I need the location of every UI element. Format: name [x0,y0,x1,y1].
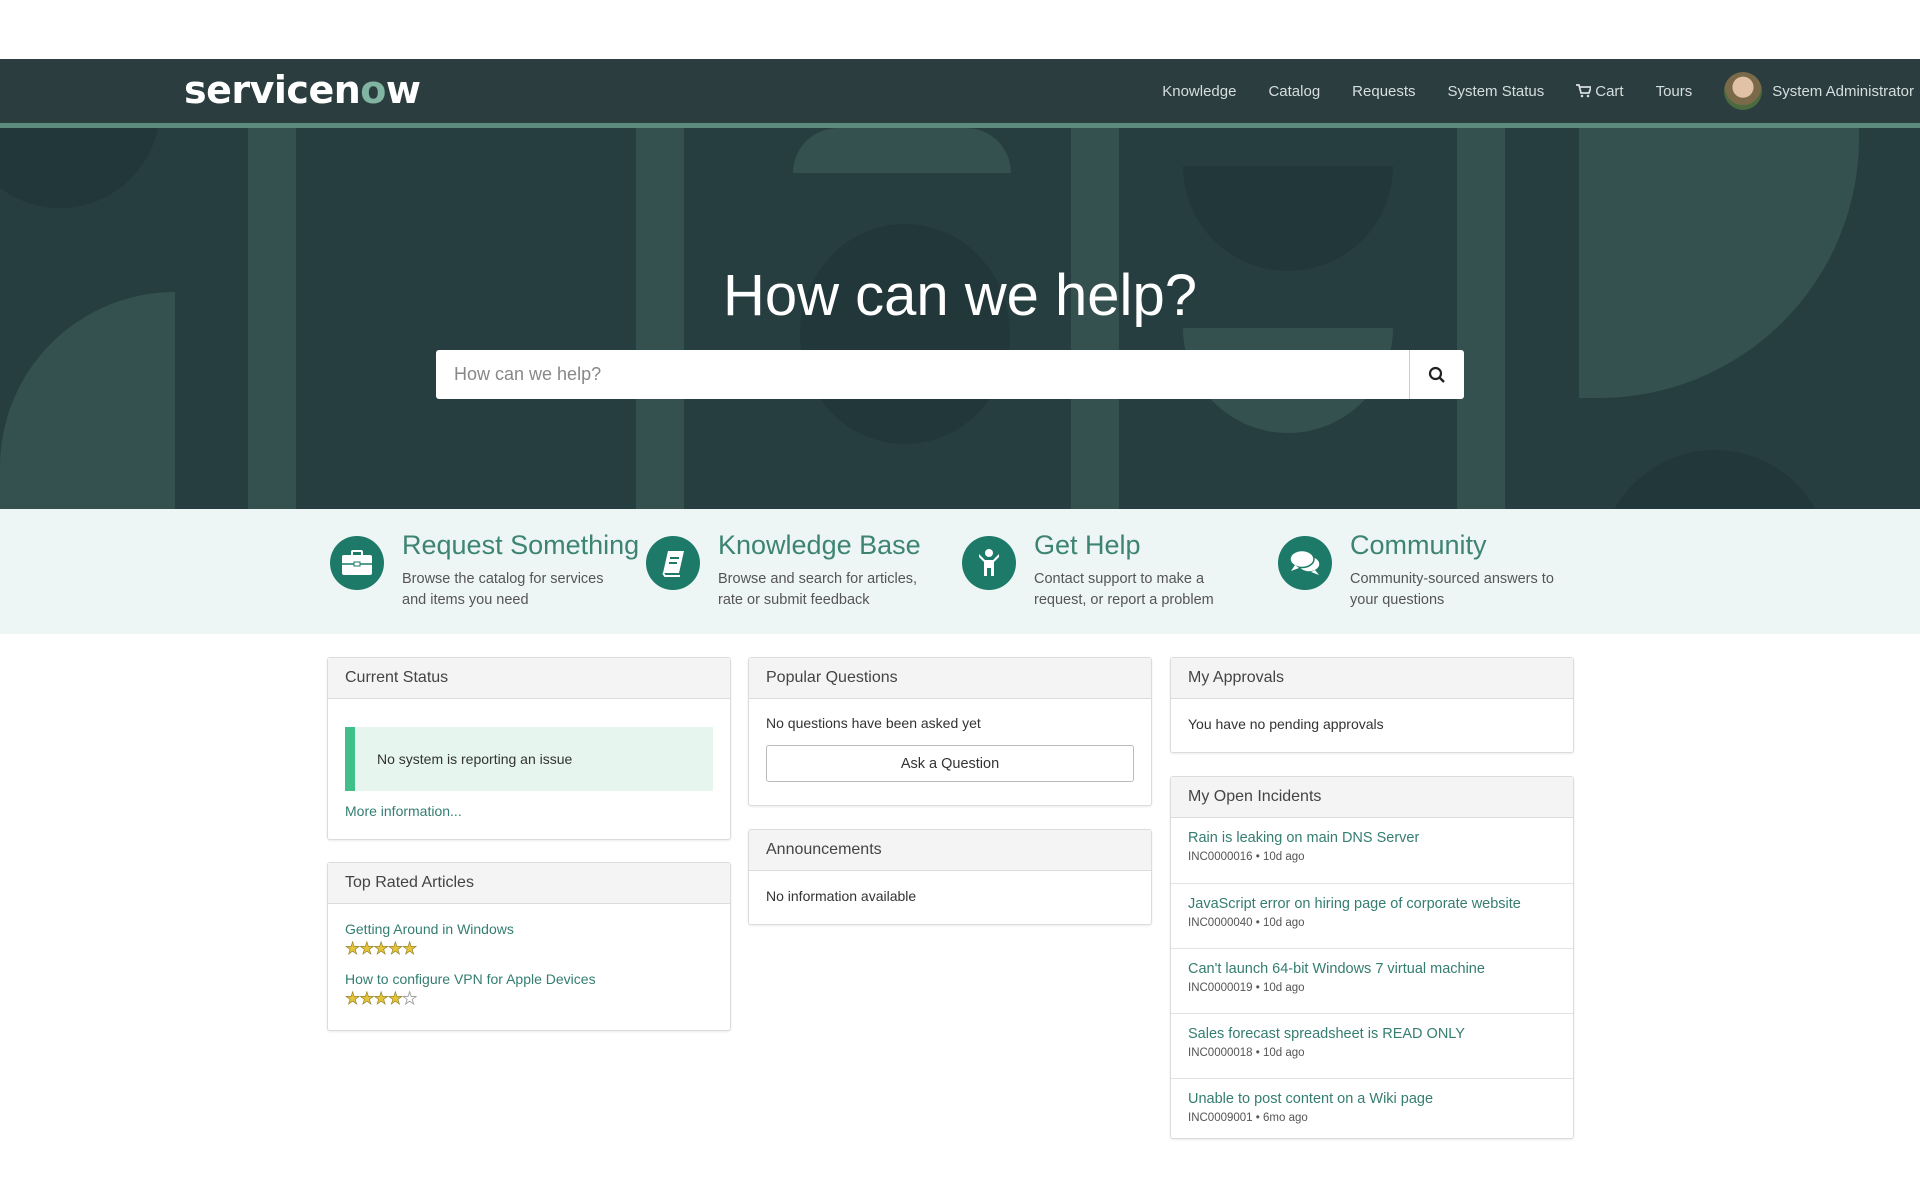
empty-message: No information available [766,888,917,904]
servicenow-logo[interactable]: servicenow [184,68,421,112]
incident-age: 10d ago [1263,982,1305,994]
incident-number: INC0000018 [1188,1047,1253,1059]
feature-description: Contact support to make a request, or re… [1034,571,1214,608]
bg-shape [800,224,1010,444]
user-name: System Administrator [1772,82,1914,100]
star-rating: ★★★★★ [345,939,418,959]
hero-title: How can we help? [723,263,1197,328]
my-approvals-card: My Approvals You have no pending approva… [1170,657,1574,753]
incident-link[interactable]: JavaScript error on hiring page of corpo… [1188,896,1556,912]
feature-title: Knowledge Base [718,530,921,560]
card-title: Current Status [328,658,730,699]
current-status-card: Current Status No system is reporting an… [327,657,731,840]
more-information-link[interactable]: More information... [345,803,713,819]
feature-description: Browse the catalog for services and item… [402,571,604,608]
bg-shape [793,128,1011,173]
empty-message: You have no pending approvals [1188,716,1384,732]
bg-shape [1600,450,1830,509]
incident-item: Unable to post content on a Wiki page IN… [1171,1078,1573,1143]
star-rating: ★★★★★ [345,989,418,1009]
incident-age: 10d ago [1263,851,1305,863]
card-title: Top Rated Articles [328,863,730,904]
article-link[interactable]: Getting Around in Windows [345,921,713,937]
bg-shape [0,128,160,208]
search-input[interactable] [436,350,1409,399]
incident-age: 10d ago [1263,1047,1305,1059]
top-blank-area [0,0,1920,59]
cart-icon [1576,84,1592,98]
feature-strip [0,509,1920,634]
incident-item: Rain is leaking on main DNS Server INC00… [1171,818,1573,883]
incident-list: Rain is leaking on main DNS Server INC00… [1171,818,1573,1143]
search-button[interactable] [1409,350,1464,399]
feature-description: Browse and search for articles, rate or … [718,571,918,608]
feature-title: Request Something [402,530,640,560]
nav-tours[interactable]: Tours [1640,83,1709,100]
card-title: Popular Questions [749,658,1151,699]
feature-request-something[interactable]: Request Something Browse the catalog for… [330,530,639,611]
book-icon [646,536,700,590]
person-help-icon [962,536,1016,590]
incident-meta: INC0009001 • 6mo ago [1188,1112,1308,1124]
logo-text: servicen [184,68,361,112]
incident-number: INC0000016 [1188,851,1253,863]
incident-age: 10d ago [1263,917,1305,929]
incident-number: INC0000019 [1188,982,1253,994]
bg-shape [1183,166,1393,271]
feature-description: Community-sourced answers to your questi… [1350,571,1554,608]
incident-age: 6mo ago [1263,1112,1308,1124]
incident-number: INC0000040 [1188,917,1253,929]
announcements-card: Announcements No information available [748,829,1152,925]
incident-link[interactable]: Can't launch 64-bit Windows 7 virtual ma… [1188,961,1556,977]
logo-text-end: w [385,68,421,112]
feature-title: Community [1350,530,1487,560]
incident-item: Sales forecast spreadsheet is READ ONLY … [1171,1013,1573,1078]
incident-number: INC0009001 [1188,1112,1253,1124]
nav-system-status[interactable]: System Status [1432,83,1561,100]
incident-link[interactable]: Unable to post content on a Wiki page [1188,1091,1556,1107]
incident-meta: INC0000016 • 10d ago [1188,851,1305,863]
incident-item: Can't launch 64-bit Windows 7 virtual ma… [1171,948,1573,1013]
incident-link[interactable]: Rain is leaking on main DNS Server [1188,830,1556,846]
incident-meta: INC0000018 • 10d ago [1188,1047,1305,1059]
article-link[interactable]: How to configure VPN for Apple Devices [345,971,713,987]
feature-community[interactable]: Community Community-sourced answers to y… [1278,530,1570,611]
popular-questions-card: Popular Questions No questions have been… [748,657,1152,806]
ask-question-button[interactable]: Ask a Question [766,745,1134,782]
card-title: My Approvals [1171,658,1573,699]
top-rated-articles-card: Top Rated Articles Getting Around in Win… [327,862,731,1031]
briefcase-icon [330,536,384,590]
my-open-incidents-card: My Open Incidents Rain is leaking on mai… [1170,776,1574,1139]
user-avatar [1724,72,1763,110]
feature-get-help[interactable]: Get Help Contact support to make a reque… [962,530,1254,611]
incident-link[interactable]: Sales forecast spreadsheet is READ ONLY [1188,1026,1556,1042]
logo-o: o [360,68,386,112]
incident-item: JavaScript error on hiring page of corpo… [1171,883,1573,948]
nav-cart[interactable]: Cart [1560,83,1639,100]
empty-message: No questions have been asked yet [766,715,981,731]
search-bar [436,350,1464,399]
status-message: No system is reporting an issue [345,727,713,791]
user-menu[interactable]: System Administrator [1708,72,1914,110]
card-title: My Open Incidents [1171,777,1573,818]
card-title: Announcements [749,830,1151,871]
search-icon [1428,366,1445,383]
incident-meta: INC0000019 • 10d ago [1188,982,1305,994]
nav-cart-label: Cart [1595,82,1624,100]
nav-requests[interactable]: Requests [1336,83,1431,100]
feature-knowledge-base[interactable]: Knowledge Base Browse and search for art… [646,530,938,611]
nav-knowledge[interactable]: Knowledge [1146,83,1252,100]
chat-bubbles-icon [1278,536,1332,590]
nav-catalog[interactable]: Catalog [1252,83,1336,100]
nav-links: Knowledge Catalog Requests System Status… [1146,59,1914,123]
feature-title: Get Help [1034,530,1141,560]
incident-meta: INC0000040 • 10d ago [1188,917,1305,929]
